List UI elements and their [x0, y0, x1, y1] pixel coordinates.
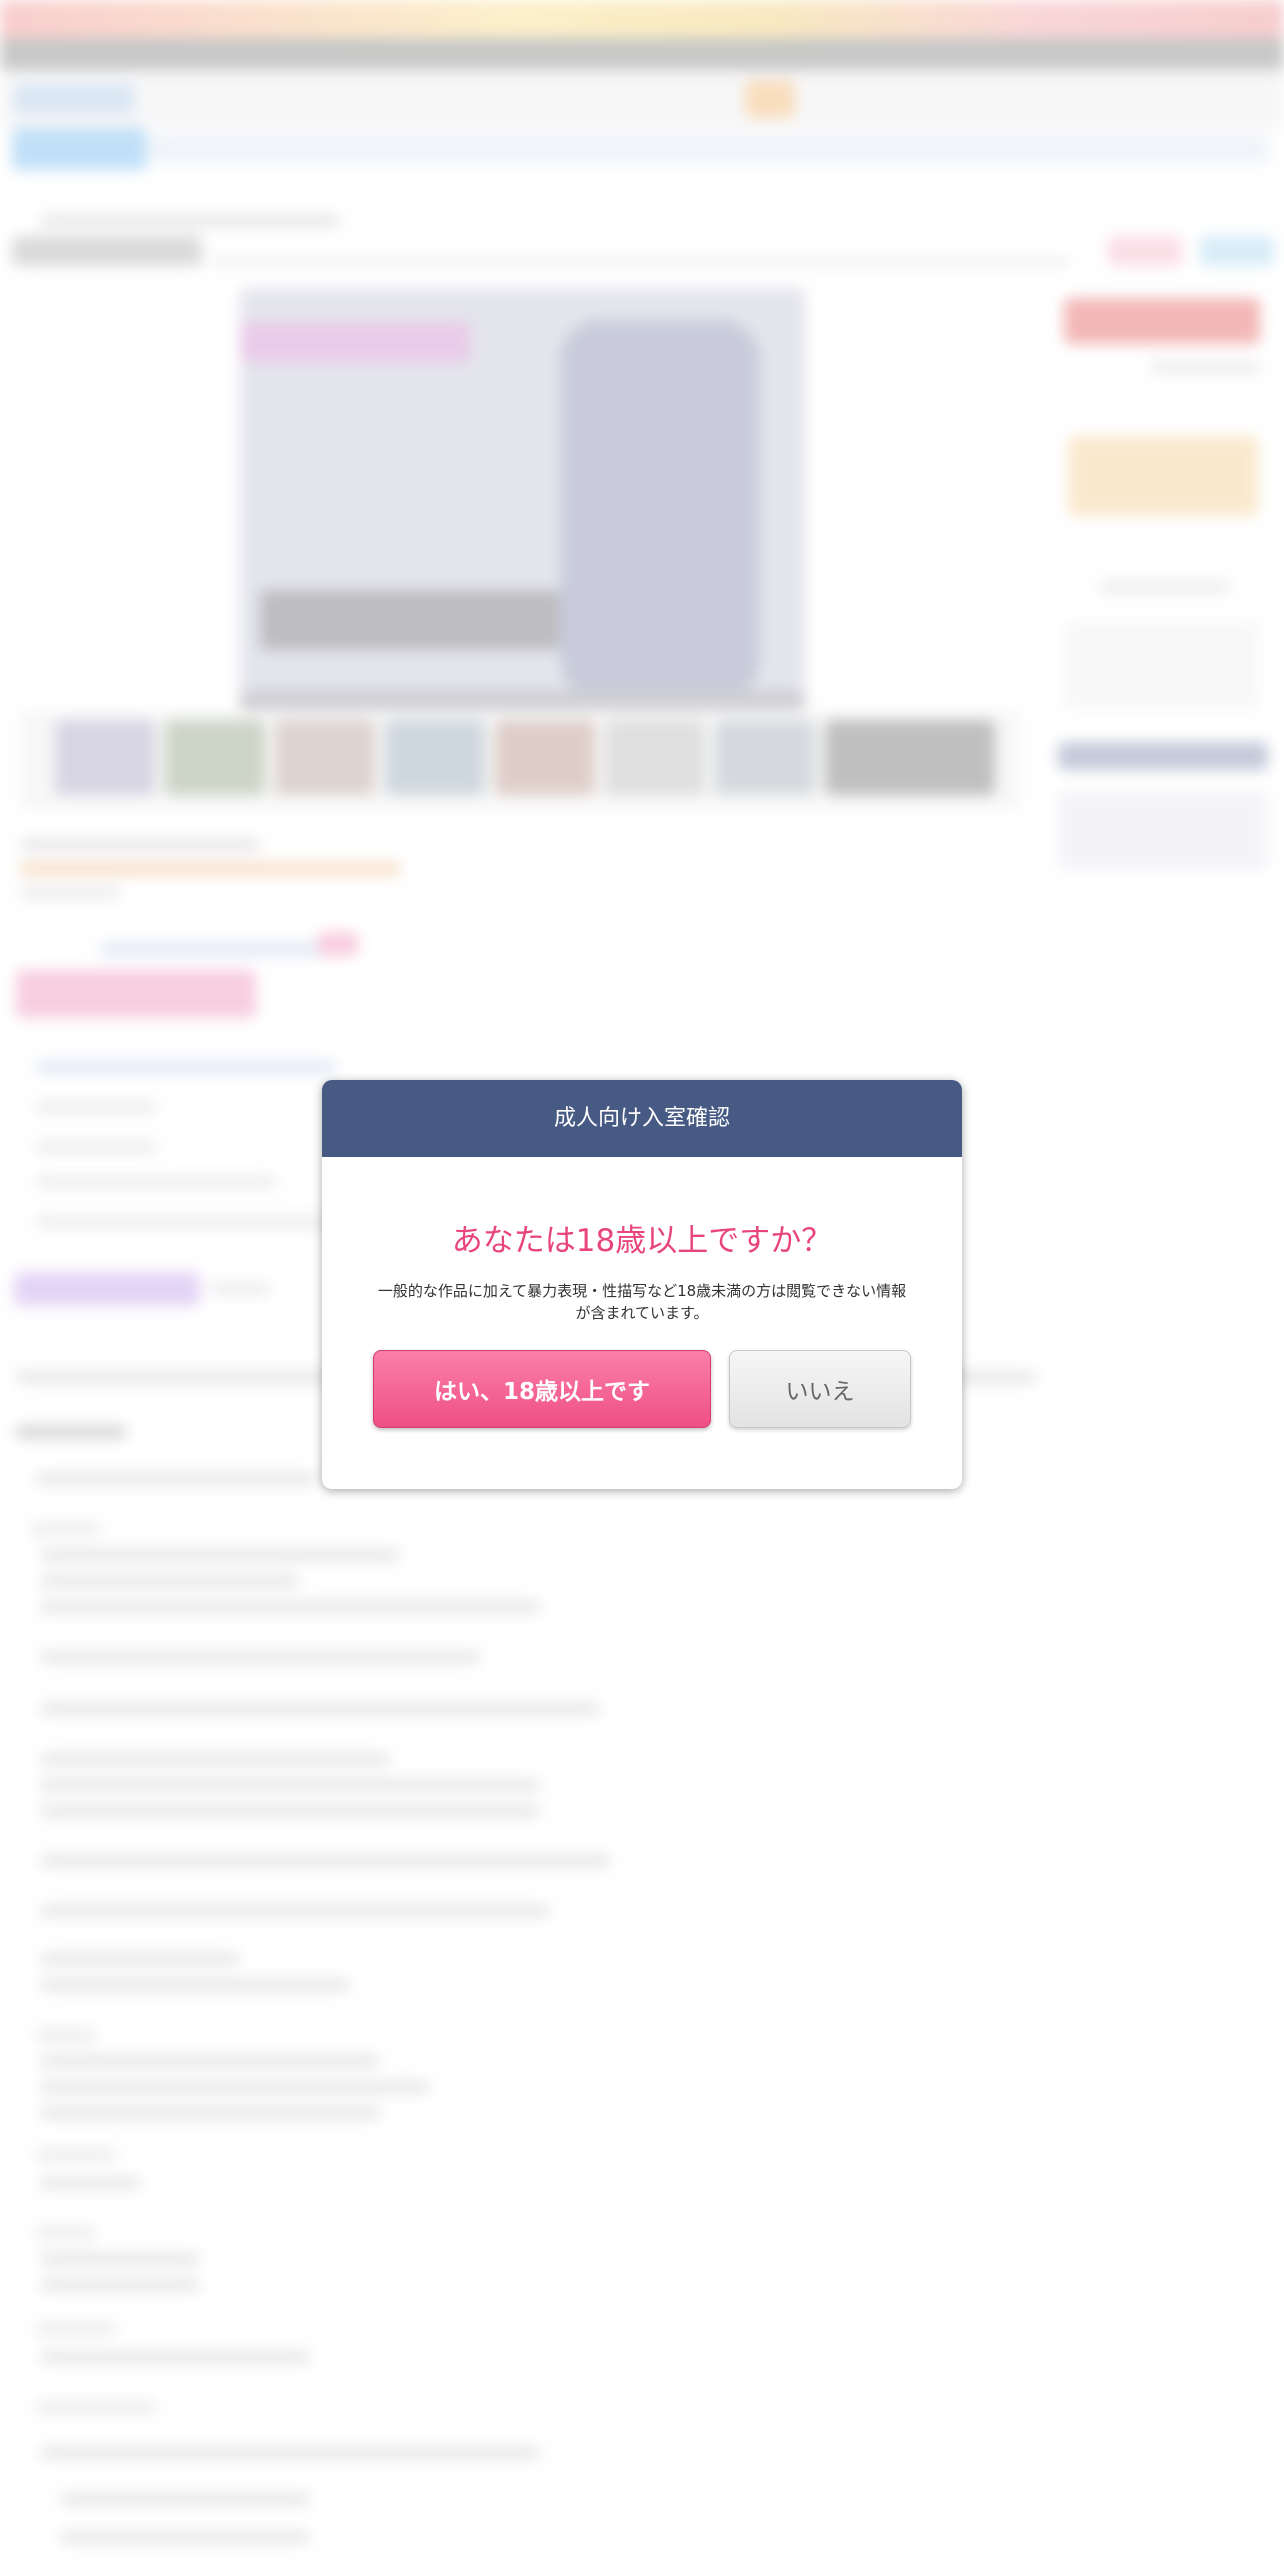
decline-button[interactable]: いいえ	[729, 1350, 911, 1428]
age-question: あなたは18歳以上ですか？	[451, 1223, 833, 1259]
dialog-button-row: はい、18歳以上です いいえ	[373, 1350, 911, 1428]
age-verification-dialog: 成人向け入室確認 あなたは18歳以上ですか？ 一般的な作品に加えて暴力表現・性描…	[322, 1080, 962, 1489]
dialog-description: 一般的な作品に加えて暴力表現・性描写など18歳未満の方は閲覧できない情報が含まれ…	[377, 1282, 907, 1322]
modal-overlay: 成人向け入室確認 あなたは18歳以上ですか？ 一般的な作品に加えて暴力表現・性描…	[0, 0, 1284, 2568]
dialog-header: 成人向け入室確認	[322, 1080, 962, 1157]
confirm-adult-button[interactable]: はい、18歳以上です	[373, 1350, 711, 1428]
